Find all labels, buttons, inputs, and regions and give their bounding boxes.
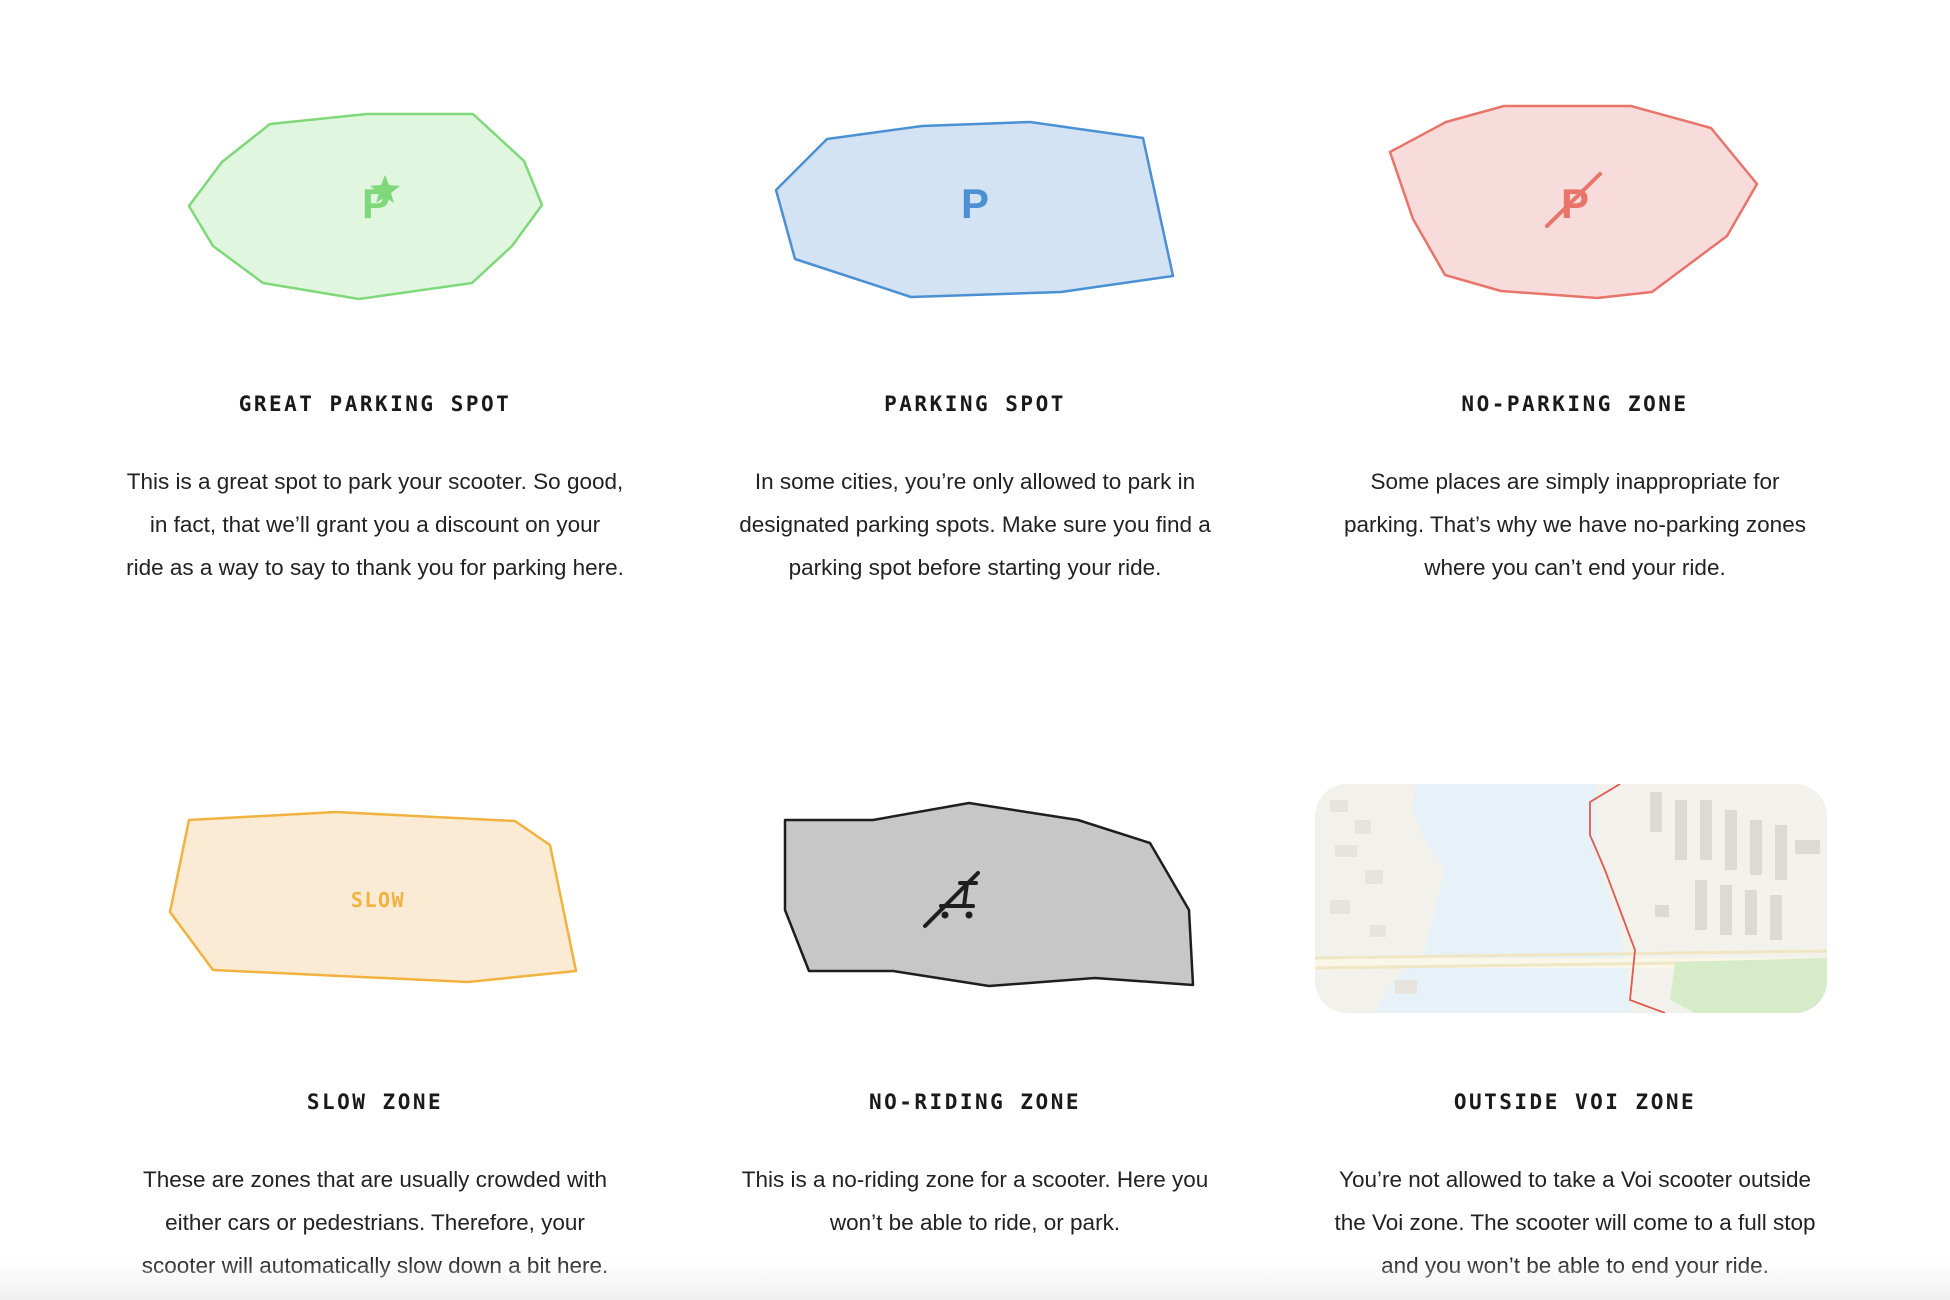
slow-label: SLOW xyxy=(351,888,405,912)
map-thumbnail xyxy=(1315,784,1827,1013)
zone-title: NO-PARKING ZONE xyxy=(1461,392,1689,416)
zone-title: NO-RIDING ZONE xyxy=(868,1090,1081,1114)
slow-zone-shape: SLOW xyxy=(168,810,578,984)
zone-description: This is a great spot to park your scoote… xyxy=(126,469,624,580)
zone-description: In some cities, you’re only allowed to p… xyxy=(739,469,1211,580)
parking-zone-shape: P xyxy=(774,120,1175,299)
great-parking-zone-shape: P xyxy=(187,112,544,301)
zone-title: SLOW ZONE xyxy=(306,1090,444,1114)
zone-title: PARKING SPOT xyxy=(884,392,1066,416)
parking-p-icon: P xyxy=(961,180,989,227)
zone-description: Some places are simply inappropriate for… xyxy=(1344,469,1806,580)
zone-title: OUTSIDE VOI ZONE xyxy=(1453,1090,1697,1114)
zone-title: GREAT PARKING SPOT xyxy=(238,392,512,416)
no-riding-zone-shape xyxy=(783,801,1195,988)
zone-description: This is a no-riding zone for a scooter. … xyxy=(741,1167,1209,1235)
bottom-fade xyxy=(0,1260,1950,1300)
no-parking-zone-shape: P xyxy=(1388,104,1759,300)
